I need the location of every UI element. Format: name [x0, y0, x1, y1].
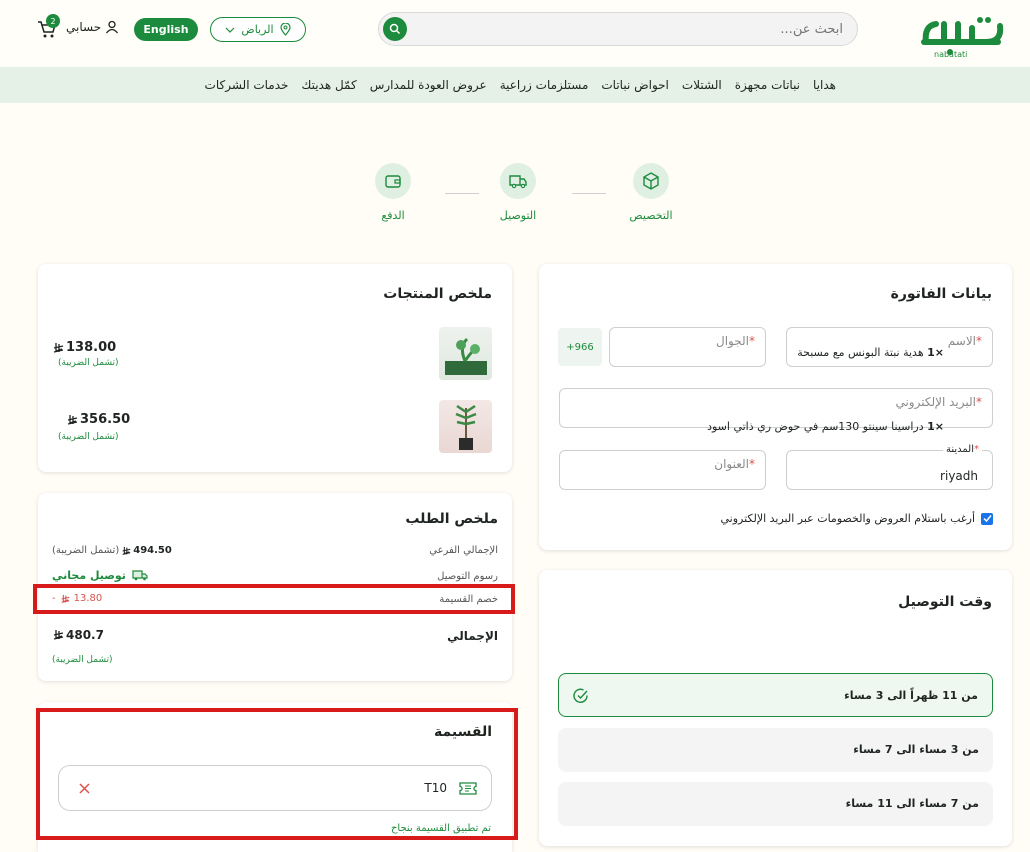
shipping-label: رسوم التوصيل — [437, 571, 498, 582]
search-button[interactable] — [383, 17, 407, 41]
total-label: الإجمالي — [447, 629, 498, 643]
delivery-slot-label: من 7 مساء الى 11 مساء — [845, 797, 979, 810]
subtotal-value-group: (تشمل الضريبة) 494.50 — [52, 545, 172, 556]
step-customize — [633, 163, 669, 199]
total-tax-note: (تشمل الضريبة) — [52, 655, 113, 665]
order-summary-title: ملخص الطلب — [405, 511, 498, 527]
product-price: 138.00 — [66, 340, 117, 355]
header: nabatati الرياض English حسابي 2 — [0, 0, 1030, 67]
step-delivery-label: التوصيل — [499, 209, 537, 222]
account-label: حسابي — [66, 20, 102, 34]
required-mark: * — [749, 334, 755, 348]
city-value: riyadh — [940, 469, 978, 483]
check-icon — [982, 515, 992, 523]
product-image[interactable] — [439, 327, 492, 380]
logo[interactable]: nabatati — [914, 8, 1014, 60]
product-tax-note: (تشمل الضريبة) — [58, 358, 119, 368]
step-payment-label: الدفع — [381, 209, 405, 222]
shipping-value-group: توصيل مجاني — [52, 569, 148, 582]
nav-item-supplies[interactable]: مستلزمات زراعية — [500, 78, 589, 92]
required-mark: * — [974, 444, 979, 455]
dracaena-plant-icon — [455, 404, 477, 450]
product-name: ×1 هدية نبتة البونس مع مسبحة — [797, 346, 944, 359]
required-mark: * — [749, 457, 755, 471]
products-title: ملخص المنتجات — [383, 286, 492, 302]
subtotal-tax-note: (تشمل الضريبة) — [52, 545, 120, 556]
step-payment — [375, 163, 411, 199]
nav-item-planters[interactable]: احواض نباتات — [601, 78, 669, 92]
step-delivery — [500, 163, 536, 199]
nav-item-ready-plants[interactable]: نباتات مجهزة — [735, 78, 800, 92]
delivery-time-title: وقت التوصيل — [898, 594, 992, 610]
phone-label: الجوال — [716, 334, 749, 348]
phone-field[interactable]: *الجوال — [609, 327, 766, 367]
truck-icon — [132, 570, 148, 581]
product-tax-note: (تشمل الضريبة) — [58, 432, 119, 442]
coupon-highlight-box — [36, 708, 518, 840]
billing-title: بيانات الفاتورة — [890, 286, 992, 302]
required-mark: * — [976, 395, 982, 409]
email-label: البريد الإلكتروني — [895, 395, 976, 409]
product-name: ×1 دراسينا سينتو 130سم في حوض ري ذاتي اس… — [707, 420, 944, 433]
logo-subtext: nabatati — [934, 50, 968, 59]
location-pin-icon — [279, 23, 291, 36]
newsletter-option[interactable]: أرغب باستلام العروض والخصومات عبر البريد… — [720, 512, 993, 525]
subtotal-value: 494.50 — [133, 545, 172, 556]
riyal-icon — [53, 630, 64, 640]
subtotal-label: الإجمالي الفرعي — [429, 545, 498, 556]
city-label: المدينة — [945, 444, 974, 455]
name-label: الاسم — [947, 334, 976, 348]
product-title: دراسينا سينتو 130سم في حوض ري ذاتي اسود — [707, 420, 924, 433]
phone-prefix: +966 — [558, 328, 602, 366]
search-input[interactable] — [423, 13, 843, 45]
delivery-slot-selected[interactable]: من 11 ظهراً الى 3 مساء — [558, 673, 993, 717]
location-label: الرياض — [241, 23, 274, 36]
address-field[interactable]: *العنوان — [559, 450, 766, 490]
product-price: 356.50 — [80, 412, 131, 427]
riyal-icon — [122, 546, 131, 555]
account-link[interactable]: حسابي — [66, 20, 119, 34]
total-value-group: 480.7 — [52, 628, 104, 642]
shipping-value: توصيل مجاني — [52, 569, 126, 582]
required-mark: * — [976, 334, 982, 348]
location-selector[interactable]: الرياض — [210, 17, 306, 42]
nav-item-complete-gift[interactable]: كمّل هديتك — [301, 78, 356, 92]
step-connector — [445, 193, 479, 194]
delivery-slot-label: من 11 ظهراً الى 3 مساء — [844, 689, 978, 702]
delivery-slot[interactable]: من 3 مساء الى 7 مساء — [558, 728, 993, 772]
product-qty: ×1 — [927, 420, 944, 433]
newsletter-label: أرغب باستلام العروض والخصومات عبر البريد… — [720, 512, 975, 525]
product-title: هدية نبتة البونس مع مسبحة — [797, 346, 924, 359]
search-bar — [378, 12, 858, 46]
product-image[interactable] — [439, 400, 492, 453]
box-icon — [643, 172, 659, 190]
search-icon — [389, 23, 401, 35]
city-field[interactable]: *المدينة riyadh — [786, 444, 993, 490]
user-icon — [106, 20, 119, 34]
newsletter-checkbox[interactable] — [981, 512, 993, 525]
riyal-icon — [53, 343, 64, 353]
step-customize-label: التخصيص — [629, 209, 673, 222]
delivery-slot[interactable]: من 7 مساء الى 11 مساء — [558, 782, 993, 826]
address-label: العنوان — [714, 457, 749, 471]
cart-count-badge: 2 — [46, 14, 60, 28]
riyal-icon — [67, 415, 78, 425]
step-connector — [572, 193, 606, 194]
chevron-down-icon — [225, 27, 235, 33]
main-nav: هدايا نباتات مجهزة الشتلات احواض نباتات … — [0, 67, 1030, 103]
truck-icon — [509, 175, 527, 189]
total-value: 480.7 — [66, 628, 104, 642]
delivery-slot-label: من 3 مساء الى 7 مساء — [853, 743, 979, 756]
check-circle-icon — [573, 688, 588, 703]
nav-item-corporate[interactable]: خدمات الشركات — [205, 78, 289, 92]
wallet-icon — [385, 175, 401, 188]
product-qty: ×1 — [927, 346, 944, 359]
nav-item-school-offers[interactable]: عروض العودة للمدارس — [370, 78, 487, 92]
nav-item-gifts[interactable]: هدايا — [813, 78, 836, 92]
discount-highlight-box — [33, 584, 515, 614]
nav-item-seedlings[interactable]: الشتلات — [682, 78, 722, 92]
language-button[interactable]: English — [134, 18, 198, 41]
plant-gift-icon — [445, 337, 487, 375]
